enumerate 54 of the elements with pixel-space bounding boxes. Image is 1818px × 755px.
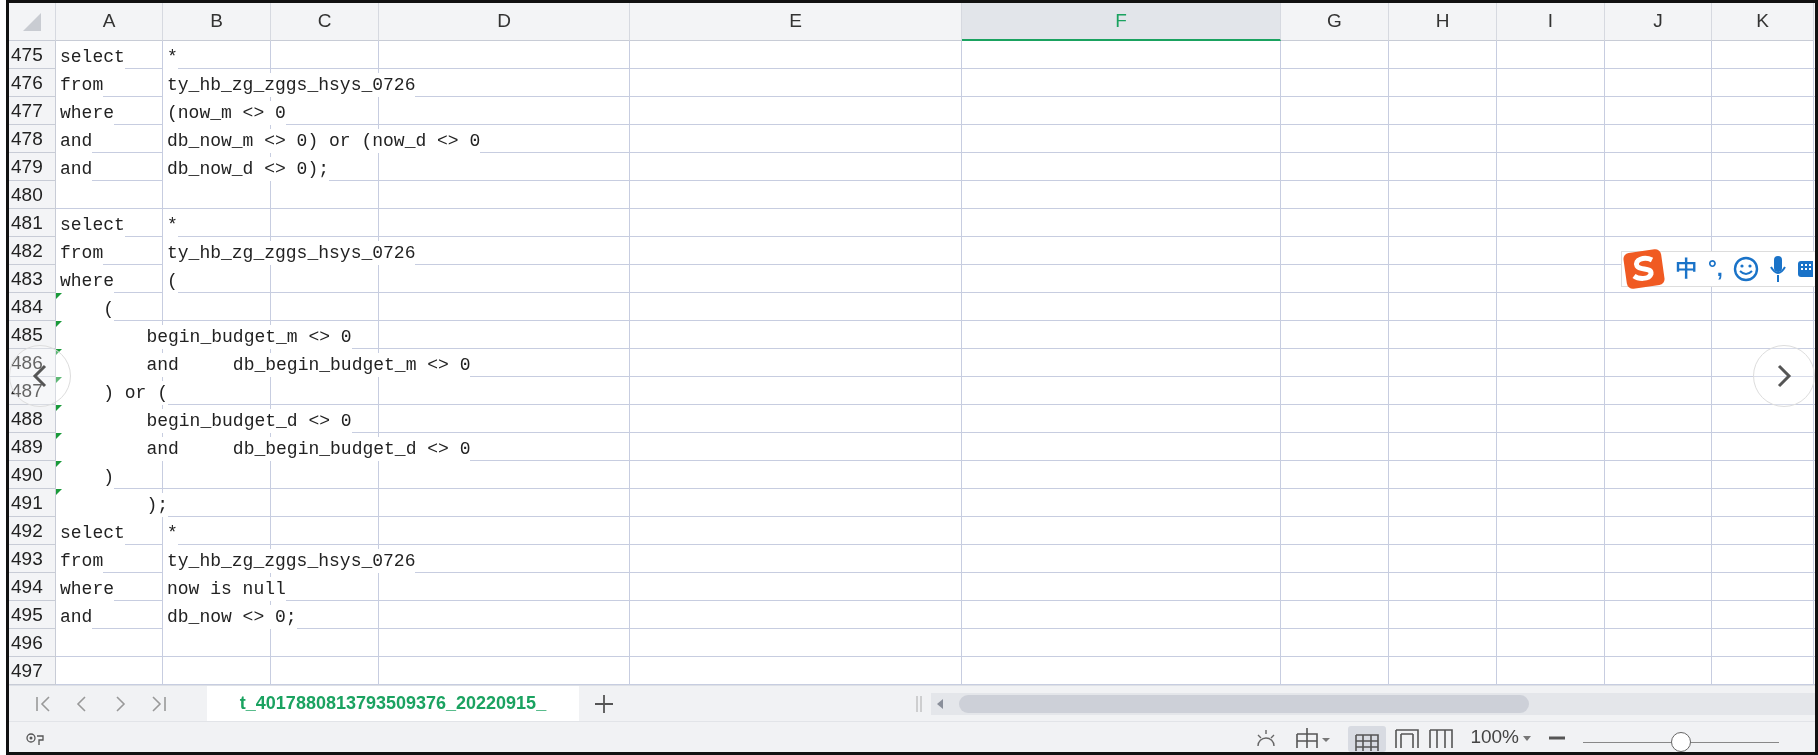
table-cell: ty_hb_zg_zggs_hsys_0726 bbox=[163, 73, 416, 98]
macro-icon[interactable] bbox=[25, 731, 47, 746]
table-cell: begin_budget_m <> 0 bbox=[56, 325, 352, 350]
row-header[interactable]: 495 bbox=[9, 601, 56, 630]
table-cell: db_now_m <> 0) or (now_d <> 0 bbox=[163, 129, 481, 154]
split-handle-icon[interactable] bbox=[915, 694, 923, 713]
emoji-icon[interactable] bbox=[1732, 256, 1759, 282]
row-header[interactable]: 488 bbox=[9, 405, 56, 434]
horizontal-scrollbar[interactable] bbox=[931, 692, 1815, 715]
row-header[interactable]: 494 bbox=[9, 573, 56, 602]
table-cell: db_now <> 0; bbox=[163, 605, 297, 630]
row-header[interactable]: 477 bbox=[9, 97, 56, 126]
keyboard-icon[interactable] bbox=[1796, 258, 1813, 280]
table-cell: ) or ( bbox=[56, 381, 169, 406]
row-header[interactable]: 482 bbox=[9, 237, 56, 266]
microphone-icon[interactable] bbox=[1768, 255, 1787, 283]
row-header[interactable]: 497 bbox=[9, 657, 56, 686]
table-cell: and db_begin_budget_m <> 0 bbox=[56, 353, 471, 378]
table-cell: db_now_d <> 0); bbox=[163, 157, 330, 182]
row-header[interactable]: 479 bbox=[9, 153, 56, 182]
row-header[interactable]: 484 bbox=[9, 293, 56, 322]
scrollbar-thumb[interactable] bbox=[959, 694, 1529, 713]
table-cell: ty_hb_zg_zggs_hsys_0726 bbox=[163, 549, 416, 574]
row-header[interactable]: 493 bbox=[9, 545, 56, 574]
add-sheet-icon[interactable] bbox=[593, 692, 615, 715]
slider-thumb[interactable] bbox=[1671, 732, 1691, 752]
grid-dropdown-icon[interactable] bbox=[1294, 726, 1333, 748]
row-header[interactable]: 475 bbox=[9, 41, 56, 70]
caret-icon bbox=[1523, 736, 1531, 741]
row-header[interactable]: 485 bbox=[9, 321, 56, 350]
row-header[interactable]: 481 bbox=[9, 209, 56, 238]
row-header[interactable]: 496 bbox=[9, 629, 56, 658]
input-mode-toggle[interactable]: 中 bbox=[1676, 258, 1698, 280]
page-break-icon[interactable] bbox=[1428, 726, 1455, 748]
row-header[interactable]: 491 bbox=[9, 489, 56, 518]
input-mode-toggle[interactable]: °, bbox=[1708, 258, 1723, 280]
table-cell: and db_begin_budget_d <> 0 bbox=[56, 437, 471, 462]
row-header[interactable]: 486 bbox=[9, 349, 56, 378]
row-header[interactable]: 478 bbox=[9, 125, 56, 154]
row-header[interactable]: 490 bbox=[9, 461, 56, 490]
row-header[interactable]: 483 bbox=[9, 265, 56, 294]
table-cell: now is null bbox=[163, 577, 286, 602]
table-cell: begin_budget_d <> 0 bbox=[56, 409, 352, 434]
input-method-logo-icon[interactable] bbox=[1622, 248, 1666, 290]
zoom-dropdown[interactable]: 100% bbox=[1470, 726, 1531, 748]
row-header[interactable]: 487 bbox=[9, 377, 56, 406]
table-cell: ); bbox=[56, 493, 169, 518]
table-cell: ty_hb_zg_zggs_hsys_0726 bbox=[163, 241, 416, 266]
page-layout-icon[interactable] bbox=[1394, 726, 1421, 748]
row-header[interactable]: 476 bbox=[9, 69, 56, 98]
row-header[interactable]: 480 bbox=[9, 181, 56, 210]
table-cell: (now_m <> 0 bbox=[163, 101, 286, 126]
row-header[interactable]: 492 bbox=[9, 517, 56, 546]
row-header[interactable]: 489 bbox=[9, 433, 56, 462]
